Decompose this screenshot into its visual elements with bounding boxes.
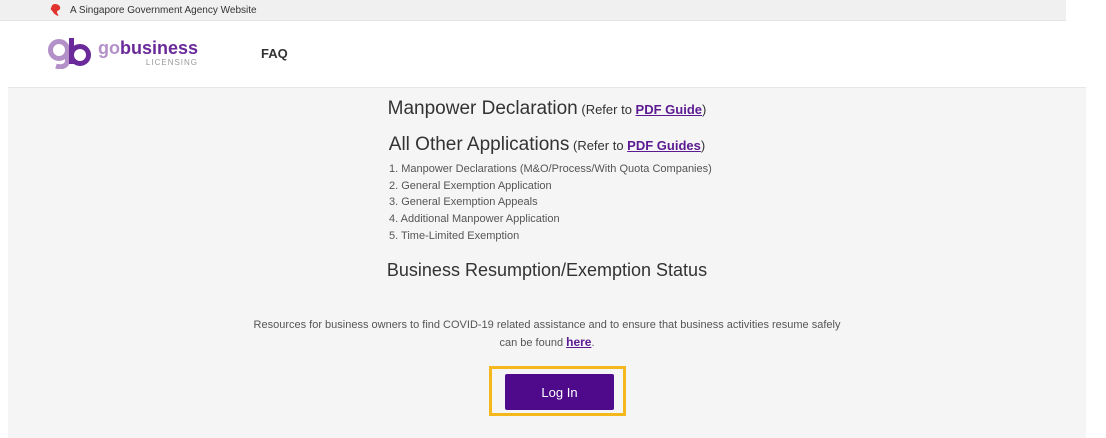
all-other-applications-heading: All Other Applications (Refer to PDF Gui… <box>8 134 1086 156</box>
site-header: gobusiness LICENSING FAQ <box>0 21 1066 85</box>
singapore-lion-icon <box>50 4 61 16</box>
gb-logo-mark-icon <box>48 38 91 69</box>
resources-line-2-suffix: . <box>591 337 595 349</box>
nav-faq-link[interactable]: FAQ <box>261 46 288 61</box>
list-item: 1. Manpower Declarations (M&O/Process/Wi… <box>389 163 712 175</box>
logo-word-business: business <box>120 38 199 58</box>
resources-line-1: Resources for business owners to find CO… <box>253 319 841 331</box>
government-masthead-text: A Singapore Government Agency Website <box>70 4 257 16</box>
applications-list: 1. Manpower Declarations (M&O/Process/Wi… <box>389 161 712 245</box>
logo-word-go: go <box>98 38 120 58</box>
logo-word-licensing: LICENSING <box>145 58 199 67</box>
main-content: Manpower Declaration (Refer to PDF Guide… <box>8 87 1086 438</box>
pdf-guides-link[interactable]: PDF Guides <box>627 138 701 153</box>
list-item: 2. General Exemption Application <box>389 179 552 192</box>
other-refer-suffix: ) <box>700 138 706 153</box>
gobusiness-logo[interactable]: gobusiness LICENSING <box>48 37 198 69</box>
business-resumption-status-heading: Business Resumption/Exemption Status <box>386 260 708 280</box>
resources-text: Resources for business owners to find CO… <box>8 317 1086 352</box>
list-item: 3. General Exemption Appeals <box>389 196 538 209</box>
list-item: 5. Time-Limited Exemption <box>389 229 520 242</box>
list-item: 4. Additional Manpower Application <box>389 213 560 226</box>
other-refer-prefix: (Refer to <box>569 138 628 153</box>
here-link[interactable]: here <box>566 335 591 349</box>
manpower-declaration-title: Manpower Declaration <box>387 98 578 119</box>
all-other-applications-title: All Other Applications <box>388 134 570 155</box>
manpower-refer-suffix: ) <box>702 102 707 117</box>
government-masthead: A Singapore Government Agency Website <box>0 0 1066 21</box>
resources-line-2-prefix: can be found <box>499 337 567 349</box>
pdf-guide-link[interactable]: PDF Guide <box>636 102 702 117</box>
manpower-refer-prefix: (Refer to <box>577 102 636 117</box>
logo-wordmark: gobusiness LICENSING <box>98 39 198 67</box>
manpower-declaration-heading: Manpower Declaration (Refer to PDF Guide… <box>8 98 1086 120</box>
login-button[interactable]: Log In <box>505 374 614 410</box>
